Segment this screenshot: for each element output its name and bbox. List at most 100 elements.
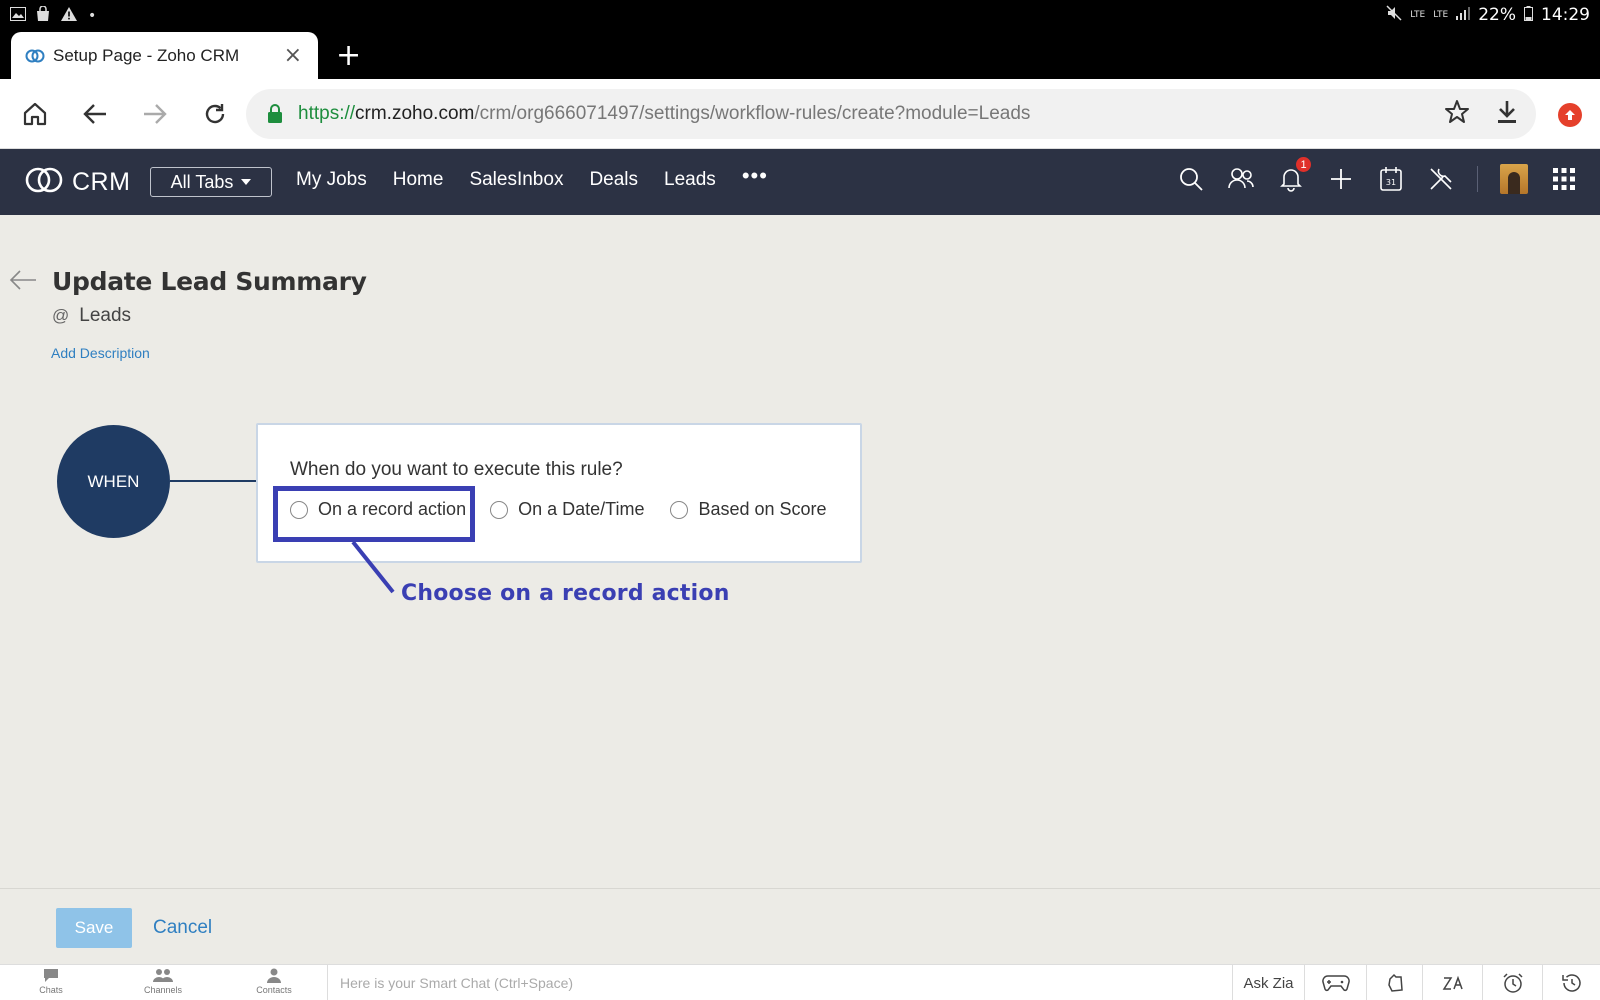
annotation-pointer	[351, 540, 395, 594]
chats-tab-label: Chats	[39, 985, 63, 995]
lock-icon	[266, 104, 284, 124]
notification-badge: 1	[1296, 157, 1311, 172]
forward-icon[interactable]	[138, 97, 172, 131]
calendar-day: 31	[1386, 178, 1396, 187]
toolbar-divider	[1477, 166, 1478, 192]
back-arrow-icon[interactable]	[8, 267, 38, 293]
nav-home[interactable]: Home	[393, 169, 444, 191]
ask-zia-button[interactable]: Ask Zia	[1232, 965, 1304, 1000]
status-bar: • LTE LTE 22% 14:29	[0, 0, 1600, 32]
annotation-callout: Choose on a record action	[401, 581, 730, 606]
nav-salesinbox[interactable]: SalesInbox	[469, 169, 563, 191]
when-node: WHEN	[57, 425, 170, 538]
warning-icon	[60, 6, 78, 26]
when-connector	[170, 480, 257, 482]
footer-bar: Save Cancel	[0, 888, 1600, 964]
gallery-icon	[10, 7, 26, 25]
status-left-icons: •	[10, 5, 97, 26]
browser-extension-icon[interactable]	[1558, 103, 1582, 127]
crm-toolbar: 1 31	[1177, 157, 1578, 195]
url-actions	[1444, 89, 1536, 139]
module-line: @ Leads	[52, 305, 131, 327]
radio-based-on-score[interactable]	[670, 500, 689, 519]
reminder-alarm-icon[interactable]	[1482, 965, 1542, 1000]
battery-icon	[1524, 5, 1533, 25]
url-bar[interactable]: https://crm.zoho.com/crm/org666071497/se…	[246, 89, 1536, 139]
zia-icon[interactable]	[1422, 965, 1482, 1000]
feeds-people-icon[interactable]	[1227, 163, 1255, 195]
apps-grid-icon[interactable]	[1550, 163, 1578, 195]
channels-tab[interactable]: Channels	[128, 967, 198, 995]
tab-close-icon[interactable]: ×	[284, 43, 302, 68]
chat-bubble-icon	[42, 967, 60, 985]
smart-chat-input[interactable]: Here is your Smart Chat (Ctrl+Space)	[327, 965, 1232, 1000]
chat-bar-actions: Ask Zia	[1232, 965, 1600, 1000]
tab-title: Setup Page - Zoho CRM	[53, 45, 240, 65]
back-icon[interactable]	[78, 97, 112, 131]
save-button[interactable]: Save	[56, 908, 132, 948]
crm-nav: My Jobs Home SalesInbox Deals Leads •••	[296, 163, 768, 191]
module-name: Leads	[79, 305, 132, 326]
url-text: https://crm.zoho.com/crm/org666071497/se…	[298, 103, 1030, 125]
all-tabs-dropdown[interactable]: All Tabs	[150, 167, 272, 197]
status-right-icons: LTE LTE 22% 14:29	[1386, 5, 1590, 25]
shopping-bag-icon	[36, 5, 50, 26]
gamescope-icon[interactable]	[1304, 965, 1366, 1000]
new-tab-icon[interactable]: +	[336, 38, 361, 73]
option-based-on-score-label: Based on Score	[698, 499, 827, 519]
crm-logo-text: CRM	[72, 168, 131, 196]
caret-down-icon	[241, 179, 252, 185]
execute-question: When do you want to execute this rule?	[290, 459, 623, 480]
all-tabs-label: All Tabs	[170, 171, 234, 192]
url-path: /crm/org666071497/settings/workflow-rule…	[474, 103, 1031, 124]
home-icon[interactable]	[18, 97, 52, 131]
nav-more[interactable]: •••	[742, 163, 768, 191]
option-date-time-label: On a Date/Time	[518, 499, 645, 519]
nav-deals[interactable]: Deals	[589, 169, 638, 191]
notifications-bell-icon[interactable]: 1	[1277, 157, 1311, 195]
signal-icon	[1456, 6, 1471, 24]
chats-tab[interactable]: Chats	[16, 967, 86, 995]
zoho-favicon-icon	[25, 46, 45, 66]
module-at-sign: @	[52, 306, 70, 325]
radio-date-time[interactable]	[490, 500, 509, 519]
option-based-on-score[interactable]: Based on Score	[670, 499, 827, 520]
url-scheme: https://	[298, 103, 356, 124]
nav-leads[interactable]: Leads	[664, 169, 716, 191]
add-description-link[interactable]: Add Description	[51, 345, 150, 361]
dot-icon: •	[88, 8, 97, 24]
browser-tab[interactable]: Setup Page - Zoho CRM ×	[11, 32, 318, 79]
recent-history-icon[interactable]	[1542, 965, 1600, 1000]
crm-logo[interactable]: CRM	[24, 165, 130, 200]
volte-icon: LTE	[1410, 9, 1426, 20]
download-icon[interactable]	[1496, 99, 1518, 130]
url-host: crm.zoho.com	[355, 103, 475, 124]
channels-group-icon	[153, 967, 173, 985]
channels-tab-label: Channels	[143, 985, 183, 995]
calendar-icon[interactable]: 31	[1377, 163, 1405, 195]
nav-my-jobs[interactable]: My Jobs	[296, 169, 367, 191]
lte-icon: LTE	[1433, 9, 1449, 20]
address-row: https://crm.zoho.com/crm/org666071497/se…	[0, 79, 1600, 149]
contacts-tab-label: Contacts	[256, 985, 292, 995]
page-title: Update Lead Summary	[52, 267, 367, 296]
bookmark-star-icon[interactable]	[1444, 99, 1470, 130]
user-avatar[interactable]	[1500, 164, 1528, 194]
browser-tab-strip: Setup Page - Zoho CRM × +	[0, 32, 1600, 79]
mute-icon	[1386, 5, 1402, 25]
battery-percent: 22%	[1478, 5, 1516, 25]
reload-icon[interactable]	[198, 97, 232, 131]
contact-person-icon	[266, 967, 282, 985]
cancel-button[interactable]: Cancel	[153, 917, 212, 939]
create-plus-icon[interactable]	[1327, 163, 1355, 195]
search-icon[interactable]	[1177, 163, 1205, 195]
smart-chat-bar: Chats Channels Contacts Here is your Sma…	[0, 964, 1600, 1000]
zoho-crm-logo-icon	[24, 165, 64, 200]
contacts-tab[interactable]: Contacts	[239, 967, 309, 995]
motivator-icon[interactable]	[1366, 965, 1422, 1000]
clock: 14:29	[1541, 5, 1590, 25]
annotation-highlight-box	[273, 486, 475, 542]
crm-header: CRM All Tabs My Jobs Home SalesInbox Dea…	[0, 149, 1600, 215]
setup-tools-icon[interactable]	[1427, 163, 1455, 195]
option-date-time[interactable]: On a Date/Time	[490, 499, 644, 520]
